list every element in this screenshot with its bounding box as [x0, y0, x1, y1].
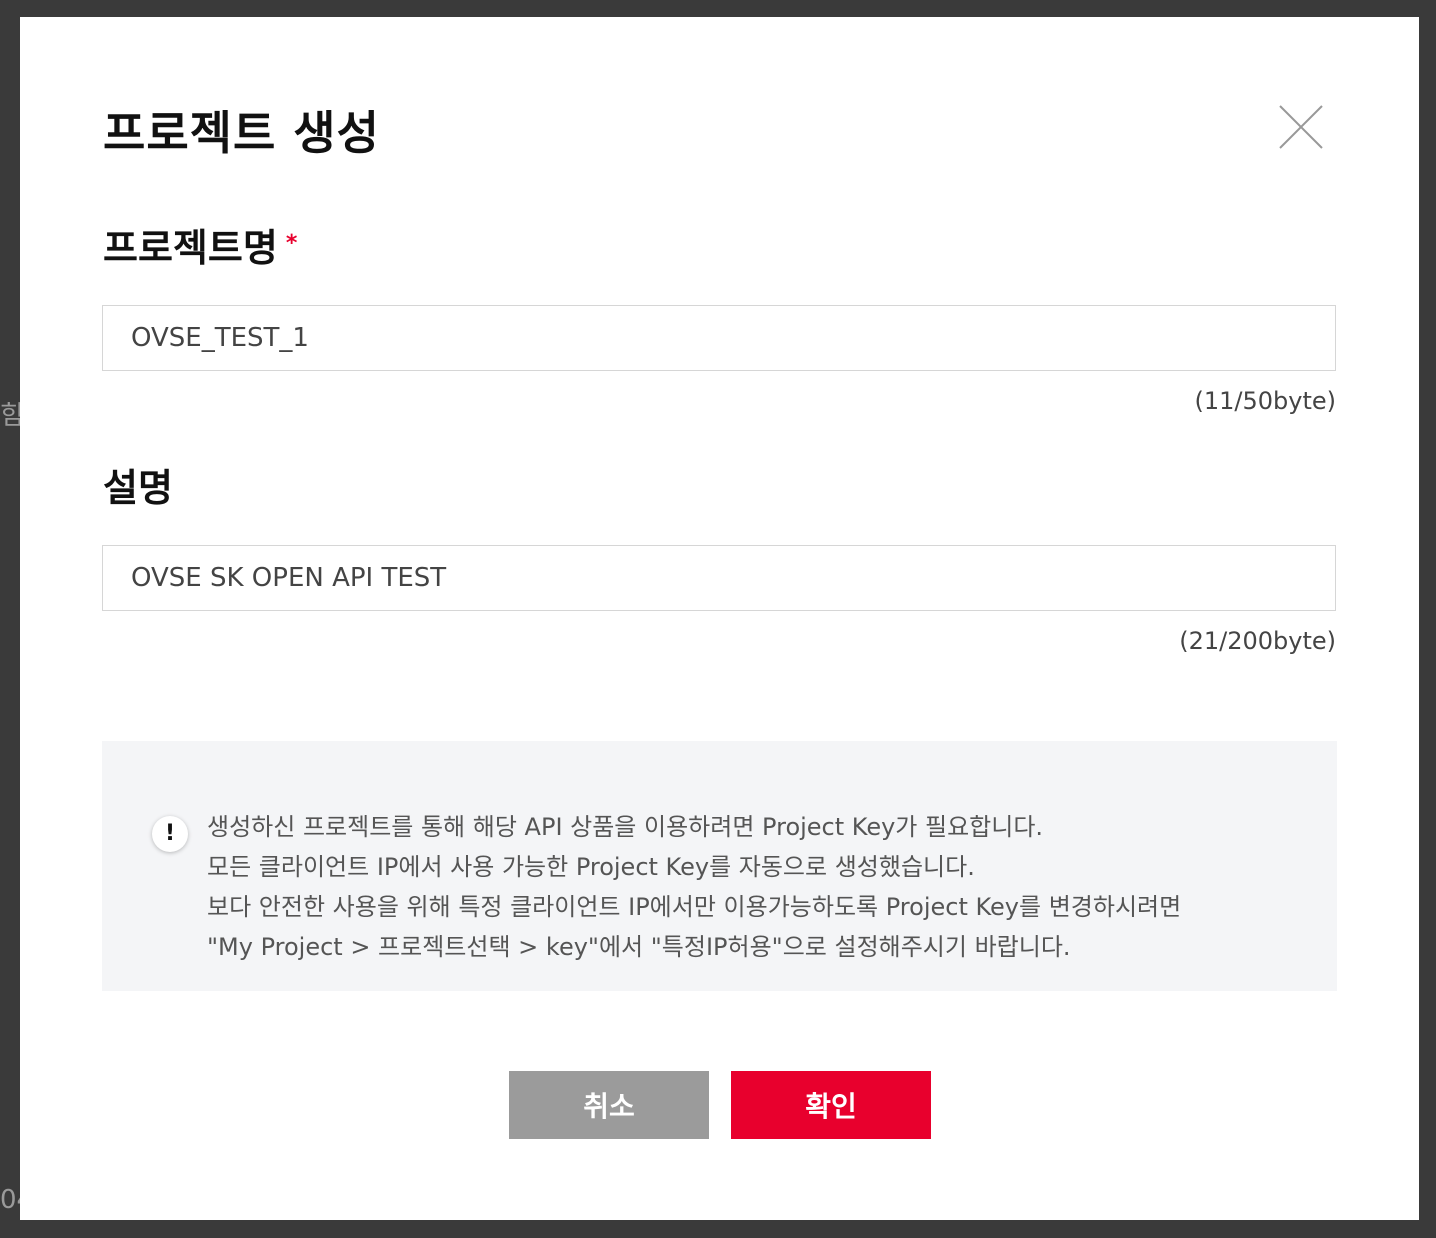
- exclamation-icon: !: [152, 816, 188, 852]
- close-icon: [1279, 105, 1323, 149]
- required-mark: *: [285, 231, 298, 256]
- project-name-input[interactable]: [102, 305, 1336, 371]
- close-button[interactable]: [1278, 104, 1324, 150]
- notice-box: ! 생성하신 프로젝트를 통해 해당 API 상품을 이용하려면 Project…: [102, 741, 1337, 991]
- description-byte-counter: (21/200byte): [1179, 627, 1336, 655]
- confirm-button[interactable]: 확인: [731, 1071, 931, 1139]
- create-project-modal: 프로젝트 생성 프로젝트명 * (11/50byte) 설명 (21/200byt…: [20, 17, 1419, 1220]
- notice-line: "My Project > 프로젝트선택 > key"에서 "특정IP허용"으로…: [207, 933, 1071, 961]
- project-name-label-text: 프로젝트명: [103, 226, 278, 270]
- project-name-byte-counter: (11/50byte): [1194, 387, 1336, 415]
- description-input[interactable]: [102, 545, 1336, 611]
- description-label: 설명: [103, 466, 173, 510]
- notice-line: 모든 클라이언트 IP에서 사용 가능한 Project Key를 자동으로 생…: [207, 853, 975, 881]
- cancel-button[interactable]: 취소: [509, 1071, 709, 1139]
- modal-title: 프로젝트 생성: [103, 106, 380, 160]
- notice-line: 보다 안전한 사용을 위해 특정 클라이언트 IP에서만 이용가능하도록 Pro…: [207, 893, 1182, 921]
- notice-text: 생성하신 프로젝트를 통해 해당 API 상품을 이용하려면 Project K…: [207, 807, 1317, 967]
- project-name-label: 프로젝트명 *: [103, 217, 297, 272]
- notice-line: 생성하신 프로젝트를 통해 해당 API 상품을 이용하려면 Project K…: [207, 813, 1044, 841]
